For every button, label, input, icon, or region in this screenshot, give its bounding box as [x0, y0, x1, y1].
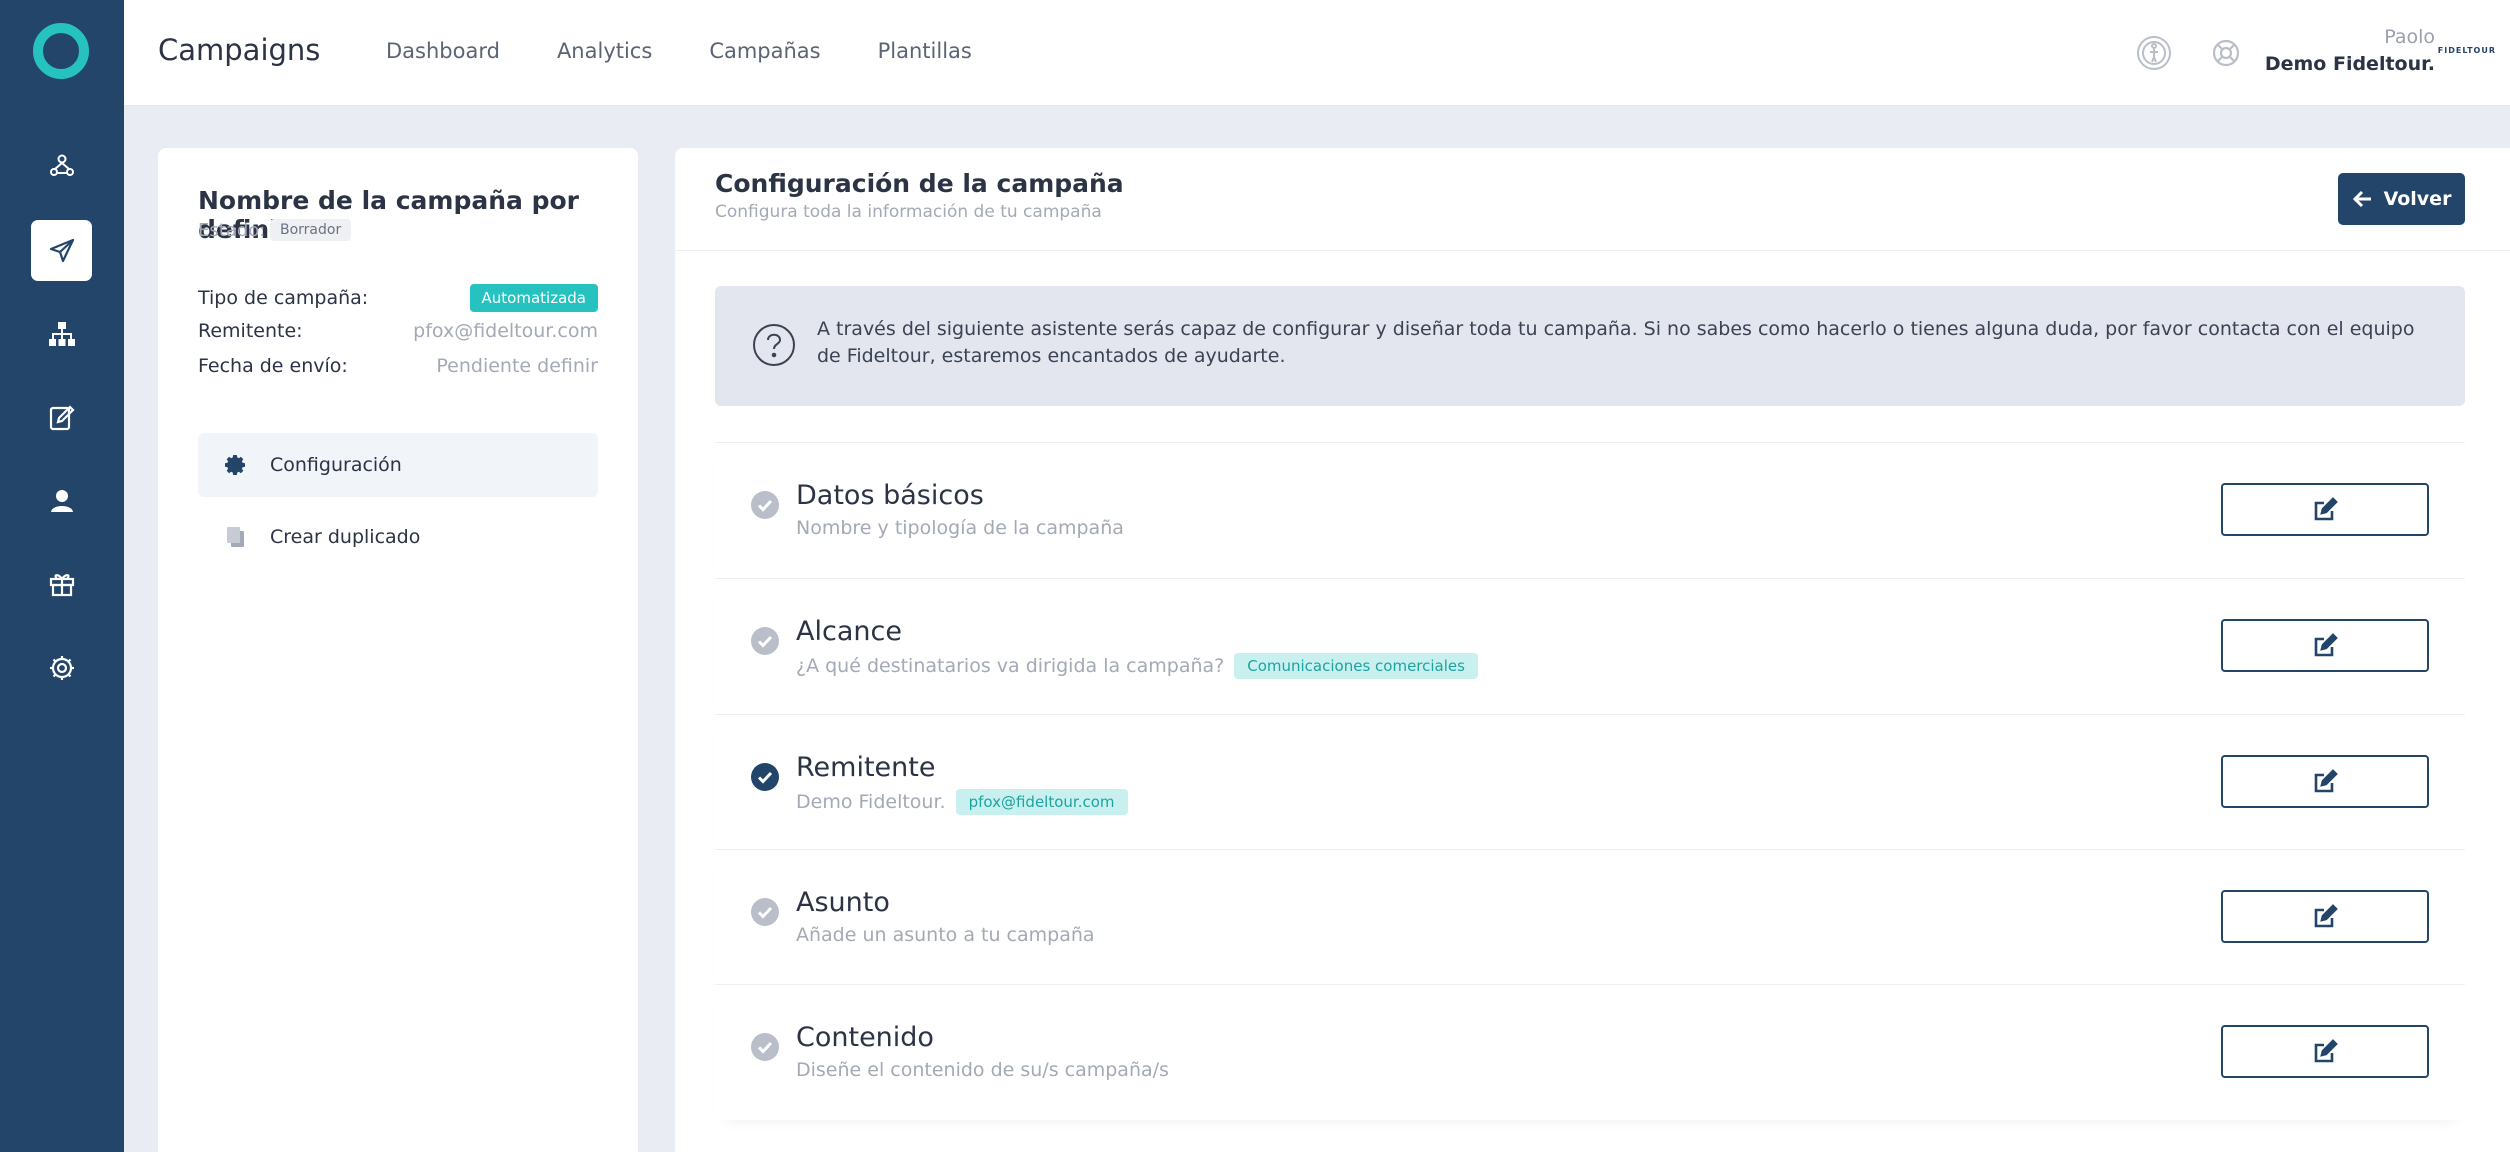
campaign-summary-card: Nombre de la campaña por definir Estado:… [158, 148, 638, 1152]
step-subtitle-text: Demo Fideltour. [796, 791, 946, 813]
user-icon[interactable] [31, 470, 92, 531]
check-circle-icon [751, 627, 779, 655]
step-subtitle: Nombre y tipología de la campaña [796, 517, 1124, 539]
edit-icon [2314, 1038, 2338, 1062]
send-date-row: Fecha de envío: Pendiente definir [198, 355, 598, 377]
menu-crear-duplicado-label: Crear duplicado [270, 526, 421, 548]
menu-crear-duplicado[interactable]: Crear duplicado [198, 505, 598, 569]
step-subtitle: Añade un asunto a tu campaña [796, 924, 1095, 946]
question-circle-icon [753, 324, 795, 366]
edit-icon [2314, 768, 2338, 792]
sitemap-icon[interactable] [31, 303, 92, 364]
step-title: Remitente [796, 752, 936, 783]
sender-row: Remitente: pfox@fideltour.com [198, 320, 598, 342]
gear-icon[interactable] [31, 637, 92, 698]
step-title: Alcance [796, 616, 902, 647]
nav-dashboard[interactable]: Dashboard [386, 39, 500, 63]
app-logo[interactable] [33, 23, 89, 79]
step-alcance: Alcance ¿A qué destinatarios va dirigida… [715, 578, 2465, 714]
edit-form-icon[interactable] [31, 387, 92, 448]
campaign-config-card: Configuración de la campaña Configura to… [675, 148, 2510, 1152]
nav-analytics[interactable]: Analytics [557, 39, 652, 63]
arrow-left-icon [2352, 190, 2371, 208]
step-title: Datos básicos [796, 480, 984, 511]
users-network-icon[interactable] [31, 135, 92, 196]
step-title: Contenido [796, 1022, 934, 1053]
sender-value: pfox@fideltour.com [413, 320, 598, 342]
copy-icon [227, 527, 244, 547]
step-tag: pfox@fideltour.com [955, 789, 1128, 815]
user-name: Paolo [2384, 26, 2435, 48]
step-subtitle: Diseñe el contenido de su/s campaña/s [796, 1059, 1169, 1081]
edit-button[interactable] [2221, 755, 2429, 808]
check-circle-icon [751, 1033, 779, 1061]
edit-icon [2314, 632, 2338, 656]
nav-campanas[interactable]: Campañas [709, 39, 820, 63]
check-circle-icon [751, 491, 779, 519]
campaign-type-row: Tipo de campaña: Automatizada [198, 284, 598, 312]
step-tag: Comunicaciones comerciales [1234, 653, 1478, 679]
support-lifebuoy-icon[interactable] [2207, 34, 2245, 72]
step-subtitle-text: ¿A qué destinatarios va dirigida la camp… [796, 655, 1225, 677]
edit-button[interactable] [2221, 483, 2429, 536]
step-subtitle-text: Añade un asunto a tu campaña [796, 924, 1095, 946]
step-subtitle: Demo Fideltour. pfox@fideltour.com [796, 789, 1128, 815]
campaign-type-label: Tipo de campaña: [198, 287, 369, 309]
edit-icon [2314, 903, 2338, 927]
gift-icon[interactable] [31, 553, 92, 614]
help-box: A través del siguiente asistente serás c… [715, 286, 2465, 406]
step-remitente: Remitente Demo Fideltour. pfox@fideltour… [715, 714, 2465, 850]
send-date-value: Pendiente definir [436, 355, 598, 377]
step-title: Asunto [796, 887, 890, 918]
campaign-type-badge: Automatizada [469, 284, 598, 312]
step-subtitle: ¿A qué destinatarios va dirigida la camp… [796, 653, 1478, 679]
menu-configuracion[interactable]: Configuración [198, 433, 598, 497]
top-nav: Dashboard Analytics Campañas Plantillas [386, 39, 972, 63]
nav-plantillas[interactable]: Plantillas [878, 39, 972, 63]
step-asunto: Asunto Añade un asunto a tu campaña [715, 849, 2465, 985]
user-company[interactable]: Demo Fideltour. [2265, 53, 2435, 75]
accessibility-icon[interactable] [2135, 34, 2173, 72]
header-divider [675, 250, 2510, 251]
status-label: Estado: [198, 220, 266, 241]
config-subtitle: Configura toda la información de tu camp… [715, 202, 1102, 222]
back-button-label: Volver [2383, 188, 2452, 210]
config-title: Configuración de la campaña [715, 169, 1124, 198]
edit-button[interactable] [2221, 619, 2429, 672]
check-circle-icon [751, 763, 779, 791]
step-contenido: Contenido Diseñe el contenido de su/s ca… [715, 984, 2465, 1120]
help-text: A través del siguiente asistente serás c… [817, 318, 2415, 367]
edit-button[interactable] [2221, 1025, 2429, 1078]
menu-configuracion-label: Configuración [270, 454, 402, 476]
send-date-label: Fecha de envío: [198, 355, 348, 377]
check-circle-icon [751, 898, 779, 926]
brand-logo: FIDELTOUR [2437, 46, 2496, 55]
top-bar: Campaigns Dashboard Analytics Campañas P… [124, 0, 2510, 106]
step-subtitle-text: Diseñe el contenido de su/s campaña/s [796, 1059, 1169, 1081]
paper-plane-icon[interactable] [31, 220, 92, 281]
sidebar [0, 0, 124, 1152]
status-badge: Borrador [270, 219, 352, 241]
step-subtitle-text: Nombre y tipología de la campaña [796, 517, 1124, 539]
back-button[interactable]: Volver [2338, 173, 2465, 225]
app-title: Campaigns [158, 33, 321, 67]
step-datos-basicos: Datos básicos Nombre y tipología de la c… [715, 442, 2465, 578]
gear-icon [225, 455, 245, 475]
edit-icon [2314, 496, 2338, 520]
edit-button[interactable] [2221, 890, 2429, 943]
sender-label: Remitente: [198, 320, 303, 342]
